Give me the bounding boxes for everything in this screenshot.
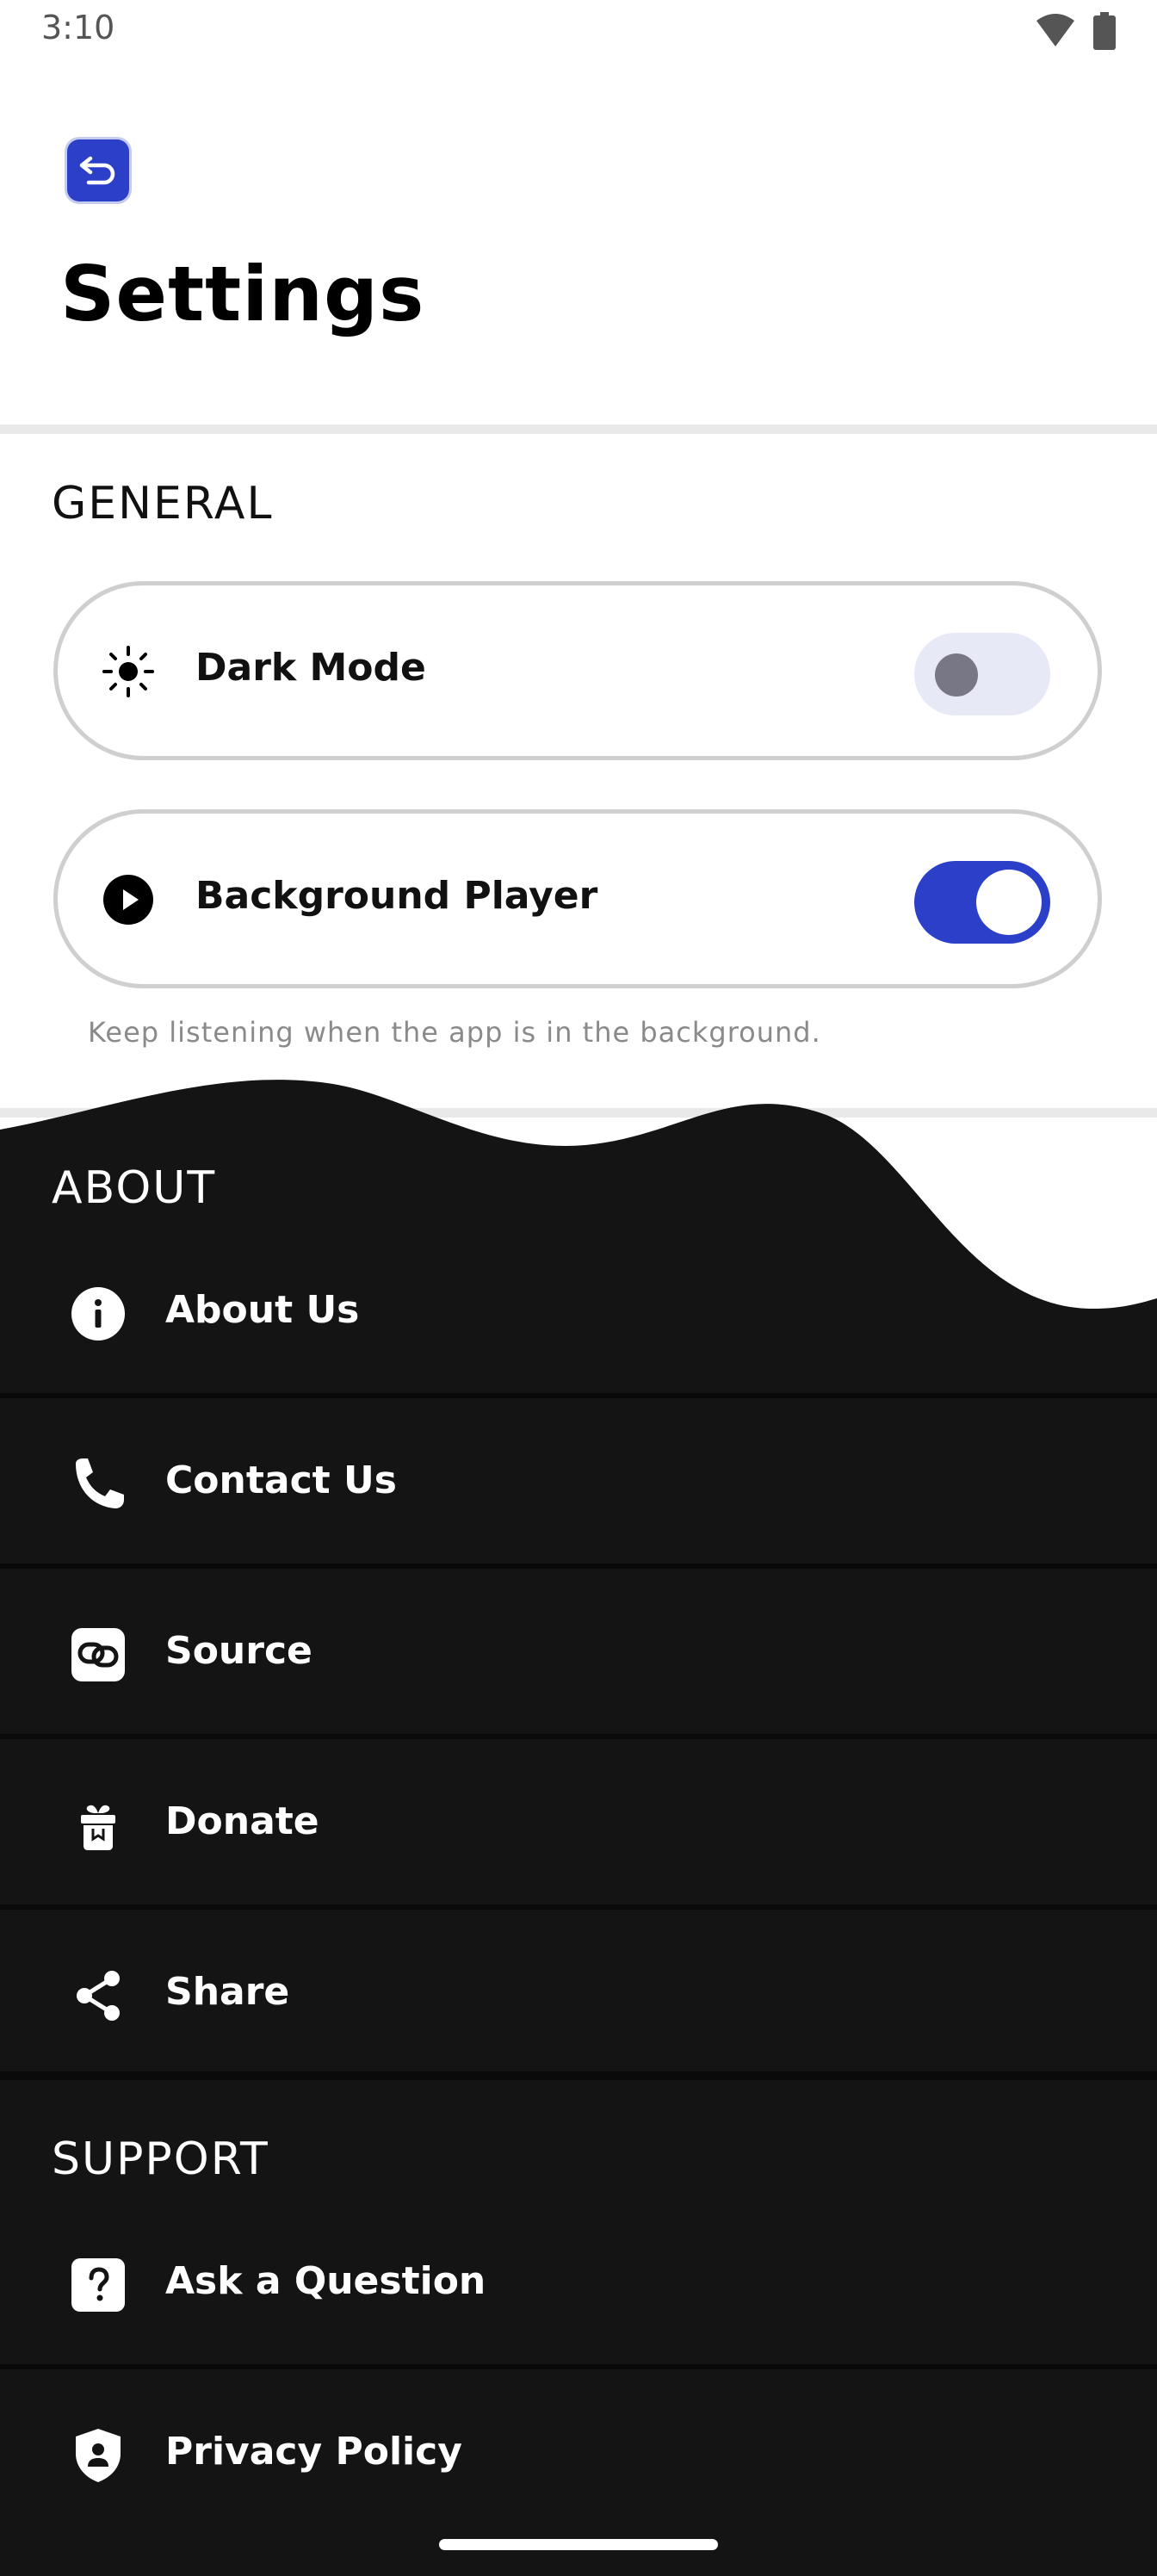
- section-title-support: SUPPORT: [52, 2133, 269, 2185]
- divider: [0, 2364, 1157, 2369]
- menu-item-about-us[interactable]: About Us: [0, 1229, 1157, 1398]
- toggle-knob: [976, 870, 1042, 935]
- divider: [0, 1734, 1157, 1739]
- menu-item-label: About Us: [165, 1288, 360, 1332]
- battery-icon: [1093, 12, 1116, 50]
- dark-mode-setting[interactable]: Dark Mode: [53, 581, 1102, 760]
- back-arrow-icon: [79, 156, 115, 185]
- menu-item-privacy-policy[interactable]: Privacy Policy: [0, 2371, 1157, 2540]
- gift-icon: [81, 1805, 115, 1850]
- menu-item-label: Privacy Policy: [165, 2430, 462, 2474]
- info-icon: [71, 1287, 125, 1341]
- question-icon: [71, 2258, 125, 2312]
- dark-mode-label: Dark Mode: [195, 646, 426, 690]
- divider: [0, 1904, 1157, 1910]
- background-player-setting[interactable]: Background Player: [53, 809, 1102, 988]
- background-player-helper: Keep listening when the app is in the ba…: [88, 1016, 821, 1049]
- menu-item-contact-us[interactable]: Contact Us: [0, 1400, 1157, 1569]
- page-title: Settings: [60, 250, 425, 338]
- menu-item-label: Share: [165, 1970, 290, 2014]
- divider: [0, 2071, 1157, 2080]
- status-icons: [1035, 12, 1116, 50]
- menu-item-share[interactable]: Share: [0, 1911, 1157, 2080]
- shield-icon: [76, 2429, 121, 2482]
- menu-item-ask-question[interactable]: Ask a Question: [0, 2201, 1157, 2369]
- back-button[interactable]: [67, 139, 129, 201]
- menu-item-label: Donate: [165, 1799, 319, 1843]
- toggle-knob: [935, 653, 978, 697]
- background-player-label: Background Player: [195, 874, 598, 918]
- divider: [0, 424, 1157, 434]
- sun-icon: [102, 646, 154, 697]
- background-player-toggle[interactable]: [914, 861, 1050, 944]
- link-icon: [71, 1628, 125, 1681]
- status-time: 3:10: [41, 9, 115, 46]
- share-icon: [77, 1971, 120, 2021]
- section-title-general: GENERAL: [52, 478, 274, 529]
- divider: [0, 1564, 1157, 1569]
- phone-icon: [76, 1458, 124, 1508]
- play-icon: [103, 875, 153, 925]
- status-bar: 3:10: [0, 0, 1157, 62]
- dark-mode-toggle[interactable]: [914, 633, 1050, 715]
- menu-item-source[interactable]: Source: [0, 1570, 1157, 1739]
- menu-item-label: Source: [165, 1629, 312, 1673]
- wifi-icon: [1036, 14, 1074, 46]
- section-title-about: ABOUT: [52, 1162, 217, 1214]
- divider: [0, 1393, 1157, 1398]
- menu-item-label: Contact Us: [165, 1458, 397, 1502]
- menu-item-donate[interactable]: Donate: [0, 1741, 1157, 1910]
- home-indicator[interactable]: [439, 2539, 718, 2550]
- menu-item-label: Ask a Question: [165, 2259, 486, 2303]
